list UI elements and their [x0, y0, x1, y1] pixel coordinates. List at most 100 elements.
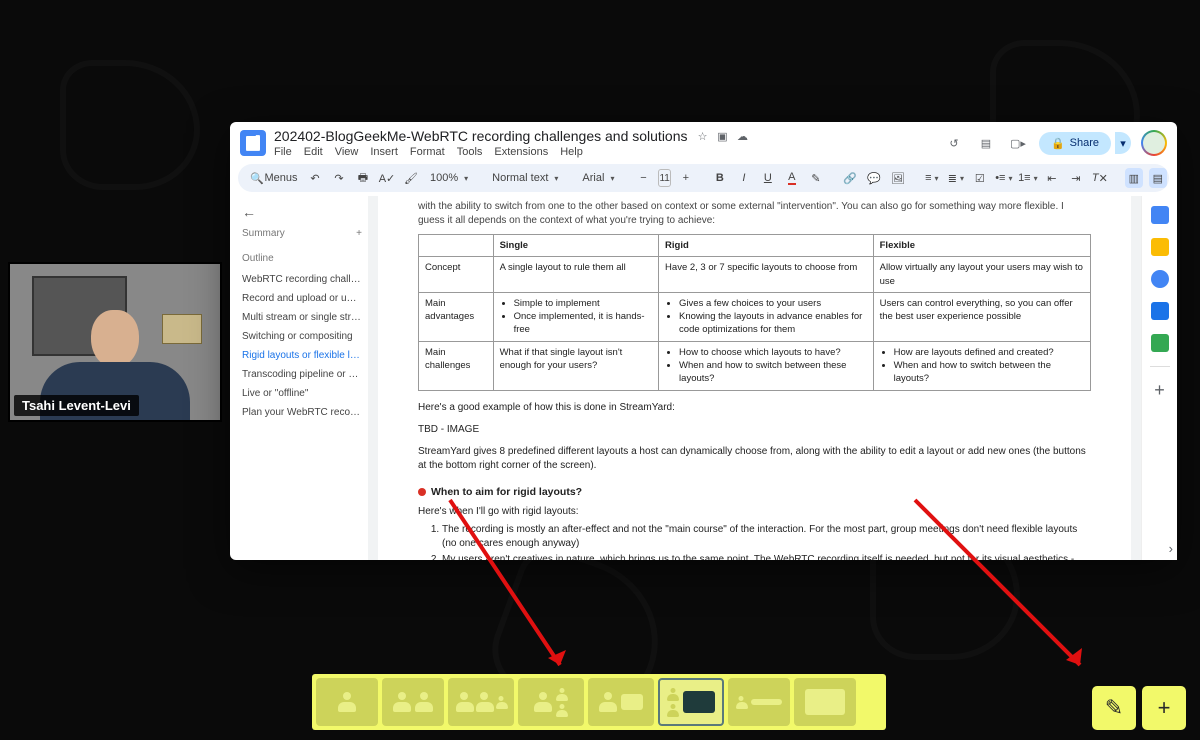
outline-item[interactable]: Switching or compositing: [242, 327, 362, 346]
undo-icon[interactable]: ↶: [306, 168, 324, 188]
layout-fullscreen[interactable]: [794, 678, 856, 726]
menu-insert[interactable]: Insert: [370, 146, 398, 158]
shared-screen-google-doc: 202402-BlogGeekMe-WebRTC recording chall…: [230, 122, 1177, 560]
tasks-icon[interactable]: [1151, 270, 1169, 288]
calendar-icon[interactable]: [1151, 206, 1169, 224]
outline-back-icon[interactable]: ←: [242, 204, 362, 220]
gdoc-toolbar: 🔍 Menus ↶ ↷ 🖶 A✓ 🖌 100% Normal text Aria…: [238, 164, 1169, 192]
style-select[interactable]: Normal text: [488, 172, 562, 184]
layout-three-up[interactable]: [448, 678, 514, 726]
outline-add-summary[interactable]: +: [356, 228, 362, 239]
doc-canvas[interactable]: with the ability to switch from one to t…: [368, 196, 1141, 560]
contacts-icon[interactable]: [1151, 302, 1169, 320]
outline-item[interactable]: Live or "offline": [242, 384, 362, 403]
menu-extensions[interactable]: Extensions: [494, 146, 548, 158]
indent-decr-icon[interactable]: ⇤: [1043, 168, 1061, 188]
redo-icon[interactable]: ↷: [330, 168, 348, 188]
comment-icon[interactable]: 💬: [865, 168, 883, 188]
docs-logo-icon[interactable]: [240, 130, 266, 156]
spellcheck-icon[interactable]: A✓: [378, 168, 396, 188]
outline-summary: Summary: [242, 228, 285, 239]
layout-solo[interactable]: [316, 678, 378, 726]
image-icon[interactable]: 🖼: [889, 168, 907, 188]
meet-icon[interactable]: ▢▸: [1007, 132, 1029, 154]
pencil-icon: ✎: [1105, 695, 1123, 721]
text-color-icon[interactable]: A: [783, 168, 801, 188]
number-list-icon[interactable]: 1≡: [1019, 168, 1037, 188]
align-icon[interactable]: ≡: [923, 168, 941, 188]
checklist-icon[interactable]: ☑: [971, 168, 989, 188]
menu-file[interactable]: File: [274, 146, 292, 158]
doc-text: with the ability to switch from one to t…: [418, 200, 1091, 228]
outline-item[interactable]: Multi stream or single stream r...: [242, 308, 362, 327]
doc-list: The recording is mostly an after-effect …: [418, 523, 1091, 560]
bullet-list-icon[interactable]: •≡: [995, 168, 1013, 188]
layout-picker: [312, 674, 886, 730]
line-spacing-icon[interactable]: ≣: [947, 168, 965, 188]
gdoc-header: 202402-BlogGeekMe-WebRTC recording chall…: [230, 122, 1177, 160]
print-icon[interactable]: 🖶: [354, 168, 372, 188]
doc-text: Here's a good example of how this is don…: [418, 401, 1091, 415]
italic-icon[interactable]: I: [735, 168, 753, 188]
outline-header: Outline: [242, 253, 362, 264]
comments-icon[interactable]: ▤: [975, 132, 997, 154]
highlight-icon[interactable]: ✎: [807, 168, 825, 188]
move-icon[interactable]: ▣: [716, 129, 730, 143]
side-panel: +: [1141, 196, 1177, 560]
clear-format-icon[interactable]: T✕: [1091, 168, 1109, 188]
fontsize-input[interactable]: 11: [658, 169, 670, 187]
share-button[interactable]: 🔒 Share: [1039, 132, 1111, 155]
menus-label[interactable]: Menus: [272, 168, 290, 188]
outline-item[interactable]: WebRTC recording challenges a...: [242, 270, 362, 289]
layout-leader[interactable]: [518, 678, 584, 726]
menu-tools[interactable]: Tools: [457, 146, 483, 158]
indent-incr-icon[interactable]: ⇥: [1067, 168, 1085, 188]
menu-view[interactable]: View: [335, 146, 359, 158]
lock-icon: 🔒: [1051, 137, 1065, 150]
outline-panel: ← Summary + Outline WebRTC recording cha…: [230, 196, 368, 560]
menu-help[interactable]: Help: [560, 146, 583, 158]
plus-icon: +: [1158, 695, 1171, 721]
webcam-name: Tsahi Levent-Levi: [14, 395, 139, 416]
font-select[interactable]: Arial: [578, 172, 618, 184]
link-icon[interactable]: 🔗: [841, 168, 859, 188]
addons-plus-icon[interactable]: +: [1154, 381, 1165, 399]
keep-icon[interactable]: [1151, 238, 1169, 256]
outline-item[interactable]: Plan your WebRTC recording ar...: [242, 403, 362, 422]
share-label: Share: [1070, 137, 1099, 149]
edit-layout-button[interactable]: ✎: [1092, 686, 1136, 730]
doc-text: StreamYard gives 8 predefined different …: [418, 445, 1091, 473]
share-dropdown[interactable]: ▾: [1115, 132, 1131, 154]
menu-edit[interactable]: Edit: [304, 146, 323, 158]
doc-text: Here's when I'll go with rigid layouts:: [418, 505, 1091, 519]
history-icon[interactable]: ↺: [943, 132, 965, 154]
expand-sidepanel-icon[interactable]: ›: [1169, 541, 1173, 556]
fontsize-decr[interactable]: −: [634, 168, 652, 188]
zoom-select[interactable]: 100%: [426, 172, 472, 184]
layout-two-up[interactable]: [382, 678, 444, 726]
layout-tools: ✎ +: [1092, 686, 1186, 730]
doc-table: Single Rigid Flexible Concept A single l…: [418, 234, 1091, 391]
account-avatar[interactable]: [1141, 130, 1167, 156]
star-icon[interactable]: ☆: [696, 129, 710, 143]
paint-format-icon[interactable]: 🖌: [402, 168, 420, 188]
layout-pip[interactable]: [588, 678, 654, 726]
layout-sidebar[interactable]: [658, 678, 724, 726]
search-menus[interactable]: 🔍: [248, 168, 266, 188]
outline-item[interactable]: Record and upload or upload an...: [242, 289, 362, 308]
bold-icon[interactable]: B: [711, 168, 729, 188]
maps-icon[interactable]: [1151, 334, 1169, 352]
outline-item[interactable]: Rigid layouts or flexible layouts: [242, 346, 362, 365]
cloud-status-icon[interactable]: ☁: [736, 129, 750, 143]
add-layout-button[interactable]: +: [1142, 686, 1186, 730]
outline-item[interactable]: Transcoding pipeline or browse...: [242, 365, 362, 384]
webcam-tile[interactable]: Tsahi Levent-Levi: [8, 262, 222, 422]
layout-banner[interactable]: [728, 678, 790, 726]
menu-format[interactable]: Format: [410, 146, 445, 158]
tool-hl-1[interactable]: ▥: [1125, 168, 1143, 188]
tool-hl-2[interactable]: ▤: [1149, 168, 1167, 188]
fontsize-incr[interactable]: +: [677, 168, 695, 188]
menu-bar: File Edit View Insert Format Tools Exten…: [274, 146, 935, 158]
underline-icon[interactable]: U: [759, 168, 777, 188]
doc-title[interactable]: 202402-BlogGeekMe-WebRTC recording chall…: [274, 128, 688, 144]
